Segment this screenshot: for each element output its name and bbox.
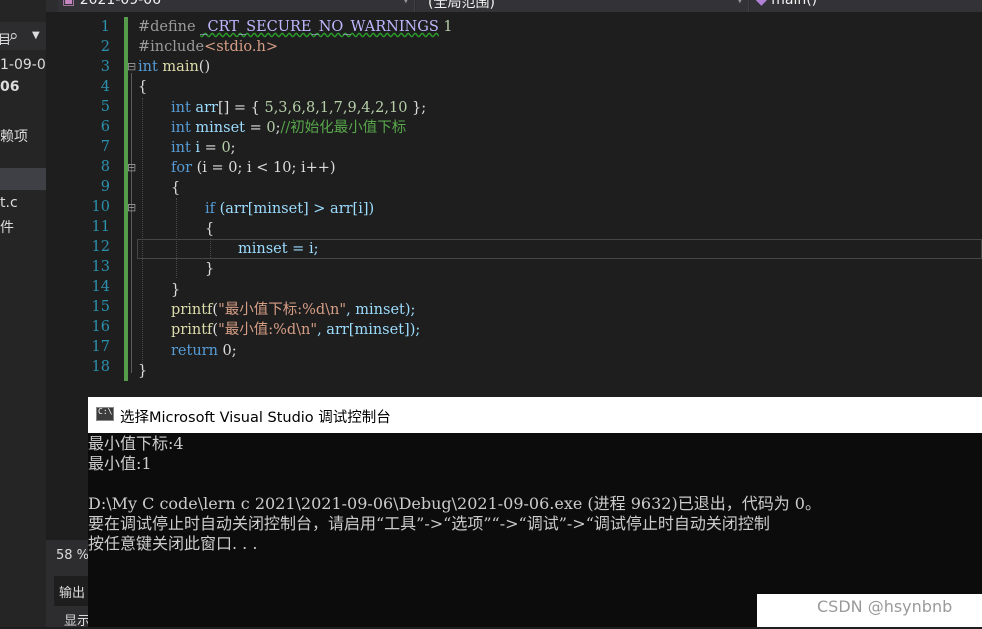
code-line-15: printf("最小值下标:%d\n", minset);	[171, 302, 416, 318]
line-number: 16	[91, 319, 110, 335]
code-line-13: }	[205, 261, 215, 277]
show-output-label: 显示	[64, 614, 91, 629]
line-number: 6	[100, 119, 110, 135]
code-line-7: int i = 0;	[171, 140, 236, 156]
project-icon: ▣	[62, 0, 76, 8]
search-icon[interactable]: ⌕	[9, 26, 19, 46]
code-line-10: if (arr[minset] > arr[i])	[205, 201, 375, 217]
console-app-icon: C:\	[96, 407, 114, 421]
console-output-line: 要在调试停止时自动关闭控制台，请启用“工具”->“选项”“->“调试”->“调试…	[88, 514, 770, 533]
code-line-4: {	[138, 79, 148, 95]
tree-item-source-file-fragment[interactable]: t.c	[0, 195, 18, 211]
context-dropdown[interactable]: (全局范围) ▼	[416, 0, 749, 12]
line-number: 5	[100, 99, 110, 115]
line-number: 10	[91, 199, 110, 215]
line-number: 15	[91, 299, 110, 315]
collapse-icon[interactable]: ⊟	[127, 202, 136, 213]
code-line-2: #include<stdio.h>	[138, 39, 279, 55]
code-line-18: }	[138, 363, 148, 379]
tree-item-project-bold-fragment[interactable]: 06	[0, 79, 19, 95]
collapse-icon[interactable]: ⊟	[127, 61, 136, 72]
line-number: 3	[100, 59, 110, 75]
console-output-line: 最小值下标:4	[88, 434, 184, 453]
chevron-down-icon: ▼	[402, 0, 410, 5]
watermark-text: CSDN @hsynbnb	[817, 597, 953, 616]
console-title-bar[interactable]: C:\ 选择Microsoft Visual Studio 调试控制台	[88, 397, 982, 433]
function-icon: ◆	[756, 0, 767, 8]
indent-guide	[142, 98, 143, 378]
console-output-line: 按任意键关闭此窗口. . .	[88, 534, 258, 553]
tree-item-project-fragment[interactable]: 1-09-0	[0, 57, 46, 73]
line-number: 18	[91, 359, 110, 375]
outline-fold-line	[131, 73, 132, 373]
code-line-5: int arr[] = { 5,3,6,8,1,7,9,4,2,10 };	[171, 100, 427, 116]
console-title: 选择Microsoft Visual Studio 调试控制台	[120, 410, 391, 426]
chevron-down-icon: ▼	[736, 0, 744, 5]
tab-output-label[interactable]: 输出	[59, 582, 85, 601]
solution-explorer-panel: 目 ⌕ ▼ 1-09-0 06 赖项 t.c 件	[0, 0, 46, 627]
line-number: 17	[91, 339, 110, 355]
member-dropdown[interactable]: ◆ main()	[750, 0, 982, 12]
code-line-1: #define _CRT_SECURE_NO_WARNINGS 1	[138, 19, 453, 35]
scope-dropdown-value: ▣ 2021-09-06	[62, 0, 161, 8]
member-dropdown-value: ◆ main()	[756, 0, 817, 8]
zoom-level[interactable]: 58 %	[56, 548, 89, 563]
code-line-17: return 0;	[171, 343, 237, 359]
debug-console-window[interactable]: C:\ 选择Microsoft Visual Studio 调试控制台 最小值下…	[88, 397, 982, 627]
code-line-9: {	[171, 180, 181, 196]
console-output-line: D:\My C code\lern c 2021\2021-09-06\Debu…	[88, 494, 821, 513]
collapse-icon[interactable]: ⊟	[127, 162, 136, 173]
scope-dropdown[interactable]: ▣ 2021-09-06 ▼	[58, 0, 415, 12]
code-line-12: minset = i;	[238, 241, 319, 257]
tree-item-files-fragment[interactable]: 件	[0, 217, 14, 237]
line-number: 13	[91, 259, 110, 275]
indent-guide	[176, 198, 177, 278]
line-number: 7	[100, 139, 110, 155]
code-line-16: printf("最小值:%d\n", arr[minset]);	[171, 322, 421, 338]
line-number: 4	[100, 79, 110, 95]
line-number: 9	[100, 179, 110, 195]
line-number: 2	[100, 39, 110, 55]
line-number: 11	[91, 219, 110, 235]
tree-item-dependencies-fragment[interactable]: 赖项	[0, 126, 28, 146]
code-line-8: for (i = 0; i < 10; i++)	[171, 160, 336, 176]
line-number: 14	[91, 279, 110, 295]
code-line-3: int main()	[138, 59, 211, 75]
code-line-6: int minset = 0;//初始化最小值下标	[171, 120, 407, 136]
code-line-14: }	[171, 282, 181, 298]
tree-item-selected[interactable]	[0, 168, 46, 190]
console-output-line: 最小值:1	[88, 454, 152, 473]
line-number: 8	[100, 159, 110, 175]
line-number: 12	[91, 239, 110, 255]
chevron-down-icon[interactable]: ▼	[32, 30, 40, 41]
context-dropdown-value: (全局范围)	[428, 0, 495, 11]
line-number: 1	[100, 19, 110, 35]
code-line-11: {	[205, 221, 215, 237]
navigation-bar: ▣ 2021-09-06 ▼ (全局范围) ▼ ◆ main()	[46, 0, 982, 12]
